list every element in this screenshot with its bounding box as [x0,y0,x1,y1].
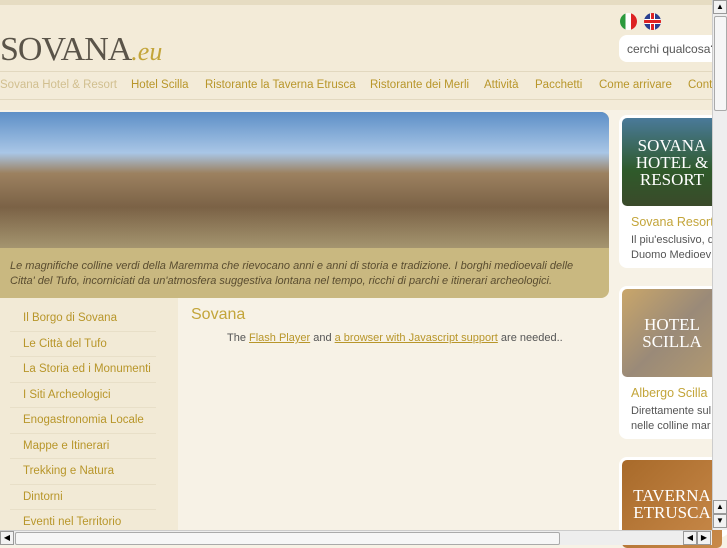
sidebar-item[interactable]: Enogastronomia Locale [10,408,156,434]
nav-attivita[interactable]: Attività [484,79,519,91]
main-nav: Sovana Hotel & Resort Hotel Scilla Risto… [0,71,712,100]
nav-contatti[interactable]: Contatti [688,79,712,91]
scroll-right-arrow-icon[interactable]: ▶ [697,531,711,545]
horizontal-scroll-thumb[interactable] [15,532,560,545]
sidebar-item[interactable]: Dintorni [10,485,156,510]
vertical-scrollbar[interactable]: ▲ ▲ ▼ [712,0,727,530]
flash-message: The Flash Player and a browser with Java… [227,332,563,344]
search-input[interactable] [619,35,719,62]
nav-pacchetti[interactable]: Pacchetti [535,79,582,91]
flash-player-link[interactable]: Flash Player [249,332,310,344]
nav-hotel-scilla[interactable]: Hotel Scilla [131,79,189,91]
sidebar-item[interactable]: La Storia ed i Monumenti [10,357,156,383]
card-sovana-resort[interactable]: SOVANA HOTEL & RESORT Sovana Resort Il p… [619,115,727,268]
sidebar-item[interactable]: Le Città del Tufo [10,332,156,357]
italian-flag-icon[interactable] [620,13,637,30]
page-title: Sovana [191,306,246,323]
scroll-left-arrow-icon[interactable]: ◀ [0,531,14,545]
card-albergo-scilla[interactable]: HOTEL SCILLA Albergo Scilla Direttamente… [619,286,727,439]
banner-caption: Le magnifiche colline verdi della Maremm… [10,260,574,287]
nav-sovana-hotel[interactable]: Sovana Hotel & Resort [0,79,117,91]
scroll-up-arrow-icon[interactable]: ▲ [713,500,727,514]
scroll-up-arrow-icon[interactable]: ▲ [713,0,727,14]
sovana-resort-image: SOVANA HOTEL & RESORT [622,118,722,206]
sidebar: Il Borgo di Sovana Le Città del Tufo La … [0,298,178,536]
scroll-left-arrow-icon[interactable]: ◀ [683,531,697,545]
sovana-panorama-image [0,112,609,248]
vertical-scroll-thumb[interactable] [714,16,727,111]
card-taverna-etrusca[interactable]: TAVERNA ETRUSCA [619,457,727,548]
hotel-scilla-image: HOTEL SCILLA [622,289,722,377]
scroll-down-arrow-icon[interactable]: ▼ [713,514,727,528]
logo[interactable]: SOVANA.eu [0,31,162,69]
horizontal-scrollbar[interactable]: ◀ ◀ ▶ [0,530,712,545]
banner: Le magnifiche colline verdi della Maremm… [0,112,609,298]
sidebar-item[interactable]: Il Borgo di Sovana [10,306,156,332]
nav-taverna-etrusca[interactable]: Ristorante la Taverna Etrusca [205,79,356,91]
nav-ristorante-merli[interactable]: Ristorante dei Merli [370,79,469,91]
javascript-browser-link[interactable]: a browser with Javascript support [335,332,498,344]
sidebar-item[interactable]: Trekking e Natura [10,459,156,485]
sidebar-item[interactable]: Mappe e Itinerari [10,434,156,459]
nav-come-arrivare[interactable]: Come arrivare [599,79,672,91]
english-flag-icon[interactable] [644,13,661,30]
sidebar-item[interactable]: I Siti Archeologici [10,383,156,408]
